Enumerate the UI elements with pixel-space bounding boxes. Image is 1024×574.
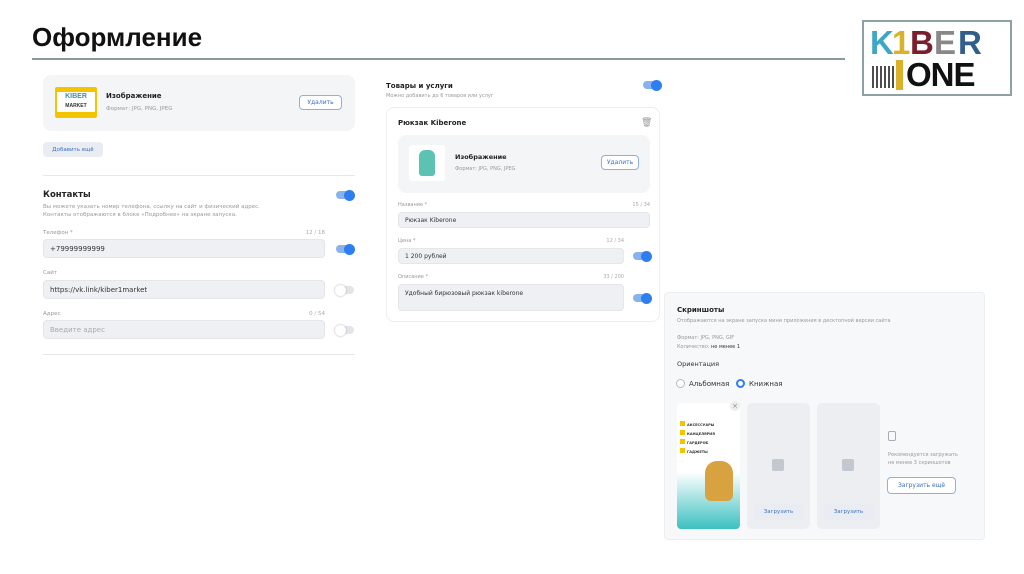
screenshots-title: Скриншоты [677, 306, 725, 314]
image-placeholder-icon [772, 459, 784, 471]
screenshot-slot: Загрузить [817, 403, 880, 529]
screenshots-subtitle: Отображаются на экране запуска мини прил… [677, 318, 891, 324]
orientation-label: Ориентация [677, 360, 720, 368]
image-placeholder-icon [842, 459, 854, 471]
price-toggle[interactable] [633, 250, 652, 262]
close-icon[interactable]: × [730, 401, 740, 411]
product-image-card: Изображение Формат: JPG, PNG, JPEG Удали… [398, 135, 650, 193]
kiberone-logo: K 1 B E R ONE [862, 20, 1012, 96]
upload-button[interactable]: Загрузить [753, 504, 804, 520]
title-divider [32, 58, 845, 60]
phone-input[interactable]: +79999999999 [43, 239, 325, 258]
site-toggle[interactable] [335, 284, 354, 296]
hint-2: не менее 3 скриншотов [888, 460, 951, 466]
kibermarket-logo: KIBER MARKET [55, 87, 97, 118]
upload-more-button[interactable]: Загрузить ещё [887, 477, 956, 494]
page-title: Оформление [32, 22, 203, 52]
divider [43, 354, 355, 355]
products-title: Товары и услуги [386, 82, 453, 90]
count-value: не менее 1 [711, 344, 741, 350]
contacts-title: Контакты [43, 190, 91, 200]
name-input[interactable]: Рюкзак Kiberone [398, 212, 650, 228]
site-label: Сайт [43, 270, 57, 276]
site-input[interactable]: https://vk.link/kiber1market [43, 280, 325, 299]
address-label: Адрес [43, 311, 61, 317]
screenshot-slot: Загрузить [747, 403, 810, 529]
screenshots-format: Формат: JPG, PNG, GIF [677, 335, 735, 341]
delete-product-image-button[interactable]: Удалить [601, 155, 639, 170]
copy-icon [888, 431, 896, 441]
radio-portrait[interactable]: Книжная [736, 379, 782, 388]
mascot-image [705, 461, 733, 501]
image-title: Изображение [106, 92, 162, 100]
address-toggle[interactable] [335, 324, 354, 336]
hint: Рекомендуется загружать [888, 452, 958, 458]
image-card: KIBER MARKET Изображение Формат: JPG, PNG… [43, 75, 355, 131]
radio-landscape[interactable]: Альбомная [676, 379, 729, 388]
description-toggle[interactable] [633, 292, 652, 304]
products-subtitle: Можно добавить до 6 товаров или услуг [386, 93, 494, 99]
contacts-desc: Вы можете указать номер телефона, ссылку… [43, 204, 260, 210]
upload-button[interactable]: Загрузить [823, 504, 874, 520]
price-input[interactable]: 1 200 рублей [398, 248, 624, 264]
phone-counter: 12 / 18 [305, 230, 325, 236]
price-label: Цена * [398, 238, 416, 244]
products-toggle[interactable] [643, 79, 662, 91]
phone-toggle[interactable] [336, 243, 355, 255]
radio-icon [676, 379, 685, 388]
backpack-image [409, 145, 445, 181]
contacts-desc-2: Контакты отображаются в блоке «Подробнее… [43, 212, 237, 218]
screenshots-panel: Скриншоты Отображаются на экране запуска… [664, 292, 985, 540]
address-counter: 0 / 54 [309, 311, 325, 317]
phone-label: Телефон * [43, 230, 73, 236]
qr-code-icon [872, 66, 894, 88]
description-counter: 33 / 200 [603, 274, 624, 280]
screenshot-preview: × АКСЕССУАРЫ КАНЦЕЛЯРИЯ ГАРДЕРОБ ГАДЖЕТЫ [677, 401, 740, 529]
description-label: Описание * [398, 274, 428, 280]
address-input[interactable]: Введите адрес [43, 320, 325, 339]
divider [43, 175, 355, 176]
description-textarea[interactable]: Удобный бирюзовый рюкзак kiberone [398, 284, 624, 311]
product-image-title: Изображение [455, 153, 507, 161]
contacts-toggle[interactable] [336, 189, 355, 201]
product-image-format: Формат: JPG, PNG, JPEG [455, 166, 516, 172]
image-format: Формат: JPG, PNG, JPEG [106, 106, 173, 112]
add-more-button[interactable]: Добавить ещё [43, 142, 103, 157]
name-counter: 15 / 34 [632, 202, 650, 208]
count-label: Количество: [677, 344, 710, 350]
trash-icon[interactable]: 🗑 [641, 118, 652, 128]
product-title: Рюкзак Kiberone [398, 119, 467, 127]
delete-image-button[interactable]: Удалить [299, 95, 342, 110]
radio-checked-icon [736, 379, 745, 388]
name-label: Название * [398, 202, 428, 208]
product-card: Рюкзак Kiberone 🗑 Изображение Формат: JP… [386, 107, 660, 322]
price-counter: 12 / 34 [606, 238, 624, 244]
